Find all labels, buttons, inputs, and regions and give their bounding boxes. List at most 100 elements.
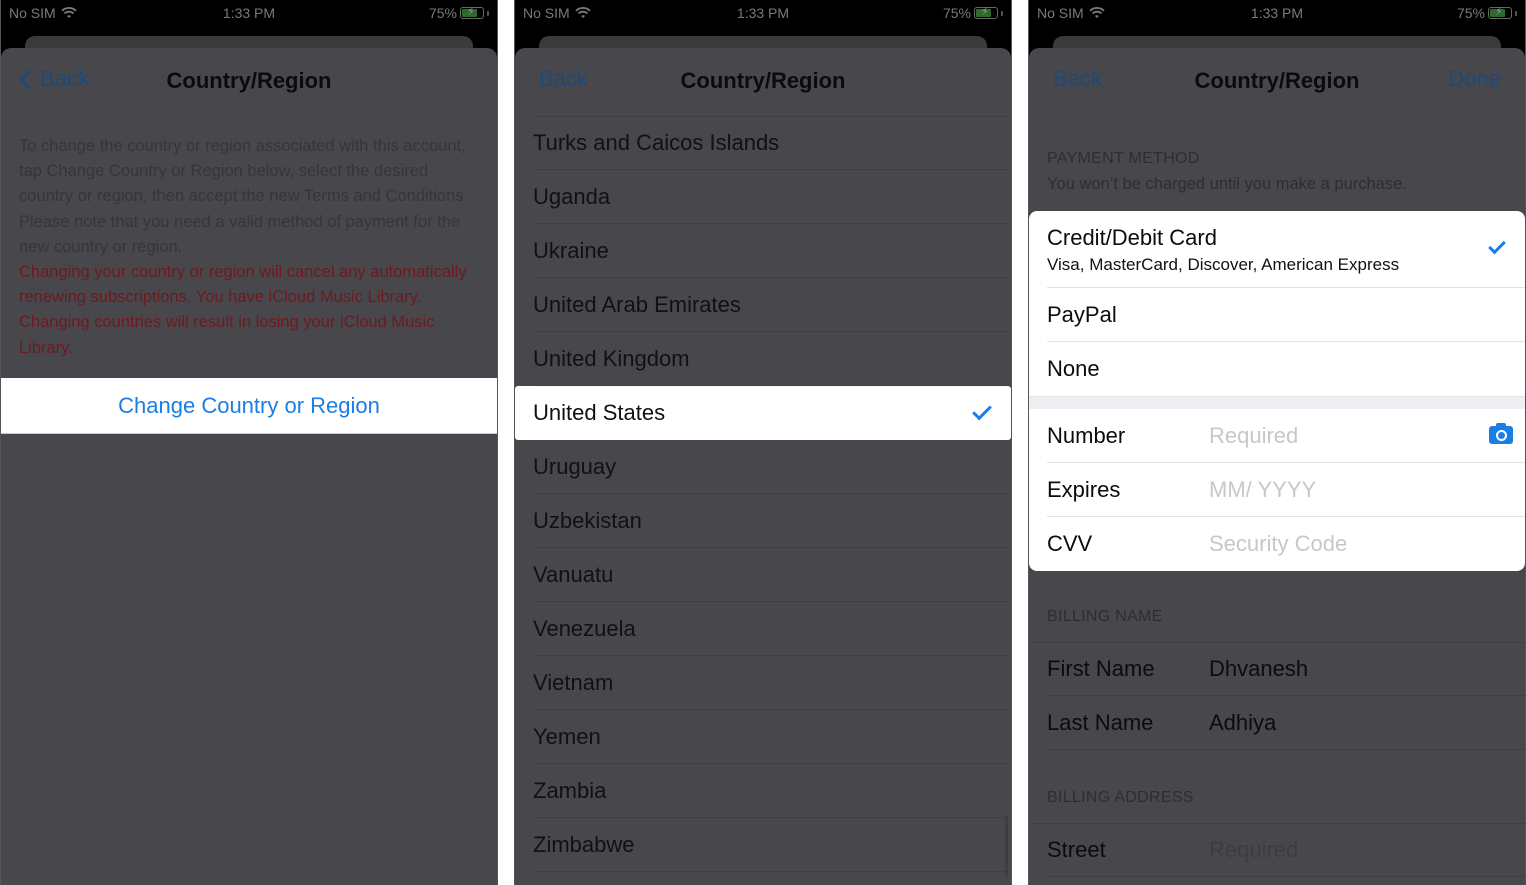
- section-divider: [1029, 396, 1525, 409]
- clock: 1:33 PM: [736, 5, 790, 21]
- country-row[interactable]: Ukraine: [515, 224, 1011, 278]
- status-bar: No SIM 1:33 PM 75% ⚡: [515, 0, 1011, 26]
- country-name: Turks and Caicos Islands: [533, 130, 780, 155]
- first-name-value[interactable]: Dhvanesh: [1209, 656, 1308, 682]
- section-header-billing-address: BILLING ADDRESS: [1047, 789, 1194, 806]
- country-row[interactable]: Turks and Caicos Islands: [515, 116, 1011, 170]
- country-row[interactable]: Vietnam: [515, 656, 1011, 710]
- page-title: Country/Region: [680, 68, 846, 93]
- field-label: Street: [1047, 837, 1106, 862]
- country-row[interactable]: Uruguay: [515, 440, 1011, 494]
- clock: 1:33 PM: [1250, 5, 1304, 21]
- battery-charging-icon: ⚡: [460, 6, 484, 19]
- card-cvv-row: CVV: [1029, 517, 1525, 571]
- card-number-row: Number: [1029, 409, 1525, 463]
- battery-group: 75% ⚡: [429, 5, 489, 21]
- country-name: United States: [533, 400, 666, 425]
- field-label: Number: [1047, 423, 1126, 448]
- option-title: Credit/Debit Card: [1047, 224, 1217, 250]
- card-expiry-input[interactable]: [1209, 477, 1469, 503]
- country-row[interactable]: Yemen: [515, 710, 1011, 764]
- card-cvv-input[interactable]: [1209, 531, 1469, 557]
- last-name-value[interactable]: Adhiya: [1209, 710, 1276, 736]
- battery-percent: 75%: [428, 5, 457, 21]
- payment-method-header-group: PAYMENT METHOD You won’t be charged unti…: [1029, 150, 1525, 194]
- screen-country-list: No SIM 1:33 PM 75% ⚡ Back Country/Region…: [514, 0, 1012, 885]
- battery-group: 75% ⚡: [1457, 5, 1517, 21]
- country-name: Venezuela: [533, 616, 636, 641]
- country-name: Ukraine: [533, 238, 609, 263]
- camera-icon[interactable]: [1489, 423, 1513, 444]
- country-name: Yemen: [533, 724, 601, 749]
- country-name: Zambia: [533, 778, 607, 803]
- battery-charging-icon: ⚡: [1488, 6, 1512, 19]
- first-name-row[interactable]: First Name Dhvanesh: [1029, 642, 1525, 696]
- section-header-billing-name: BILLING NAME: [1047, 608, 1163, 625]
- checkmark-icon: [972, 400, 992, 421]
- billing-address-section: BILLING ADDRESS Street Required: [1029, 789, 1525, 877]
- country-name: Zimbabwe: [533, 832, 635, 857]
- screen-payment-method: No SIM 1:33 PM 75% ⚡ Back Country/Region…: [1028, 0, 1526, 885]
- option-subtitle: Visa, MasterCard, Discover, American Exp…: [1047, 254, 1400, 274]
- billing-name-section: BILLING NAME First Name Dhvanesh Last Na…: [1029, 608, 1525, 750]
- country-row[interactable]: Venezuela: [515, 602, 1011, 656]
- done-button[interactable]: Done: [1448, 66, 1501, 92]
- country-name: Vietnam: [533, 670, 614, 695]
- card-number-input[interactable]: [1209, 423, 1469, 449]
- country-row[interactable]: Zimbabwe: [515, 818, 1011, 872]
- battery-percent: 75%: [942, 5, 971, 21]
- nav-bar: Back Country/Region Done: [1029, 48, 1525, 114]
- battery-tip: [1001, 10, 1003, 16]
- battery-group: 75% ⚡: [943, 5, 1003, 21]
- clock: 1:33 PM: [222, 5, 276, 21]
- payment-option-credit-card[interactable]: Credit/Debit Card Visa, MasterCard, Disc…: [1029, 211, 1525, 288]
- card-expiry-row: Expires: [1029, 463, 1525, 517]
- country-row[interactable]: Uganda: [515, 170, 1011, 224]
- billing-address-rows: Street Required: [1029, 823, 1525, 877]
- payment-subtitle: You won’t be charged until you make a pu…: [1047, 175, 1407, 193]
- country-row[interactable]: Uzbekistan: [515, 494, 1011, 548]
- country-name: United Arab Emirates: [533, 292, 741, 317]
- street-placeholder[interactable]: Required: [1209, 837, 1298, 863]
- modal-sheet: Back Country/Region Turks and Caicos Isl…: [515, 48, 1011, 885]
- field-label: First Name: [1047, 656, 1155, 681]
- option-title: PayPal: [1047, 302, 1117, 327]
- payment-card: Credit/Debit Card Visa, MasterCard, Disc…: [1029, 211, 1525, 571]
- warning-text: Changing your country or region will can…: [19, 263, 467, 357]
- status-bar: No SIM 1:33 PM 75% ⚡: [1, 0, 497, 26]
- payment-option-none[interactable]: None: [1029, 342, 1525, 396]
- country-name: Uganda: [533, 184, 611, 209]
- field-label: Expires: [1047, 477, 1121, 502]
- country-name: Vanuatu: [533, 562, 614, 587]
- country-row[interactable]: Zambia: [515, 764, 1011, 818]
- country-row[interactable]: United States: [515, 386, 1011, 440]
- modal-sheet: Back Country/Region To change the countr…: [1, 48, 497, 885]
- status-bar: No SIM 1:33 PM 75% ⚡: [1029, 0, 1525, 26]
- country-row[interactable]: Vanuatu: [515, 548, 1011, 602]
- battery-percent: 75%: [1456, 5, 1485, 21]
- nav-bar: Back Country/Region: [1, 48, 497, 114]
- change-country-button[interactable]: Change Country or Region: [1, 378, 497, 434]
- last-name-row[interactable]: Last Name Adhiya: [1029, 696, 1525, 750]
- section-header-payment: PAYMENT METHOD: [1047, 150, 1200, 167]
- field-label: Last Name: [1047, 710, 1154, 735]
- nav-bar: Back Country/Region: [515, 48, 1011, 114]
- battery-tip: [487, 10, 489, 16]
- battery-tip: [1515, 10, 1517, 16]
- billing-name-rows: First Name Dhvanesh Last Name Adhiya: [1029, 642, 1525, 750]
- country-name: United Kingdom: [533, 346, 690, 371]
- option-title: None: [1047, 356, 1100, 381]
- country-row[interactable]: United Kingdom: [515, 332, 1011, 386]
- field-label: CVV: [1047, 531, 1093, 556]
- info-text: To change the country or region associat…: [19, 137, 469, 256]
- page-title: Country/Region: [166, 68, 332, 93]
- modal-sheet: Back Country/Region Done PAYMENT METHOD …: [1029, 48, 1525, 885]
- payment-option-paypal[interactable]: PayPal: [1029, 288, 1525, 342]
- country-name: Uruguay: [533, 454, 617, 479]
- scrollbar[interactable]: [1005, 815, 1008, 877]
- country-row[interactable]: United Arab Emirates: [515, 278, 1011, 332]
- battery-charging-icon: ⚡: [974, 6, 998, 19]
- street-row[interactable]: Street Required: [1029, 823, 1525, 877]
- country-name: Uzbekistan: [533, 508, 642, 533]
- screen-change-country: No SIM 1:33 PM 75% ⚡ Back Country/Region…: [0, 0, 498, 885]
